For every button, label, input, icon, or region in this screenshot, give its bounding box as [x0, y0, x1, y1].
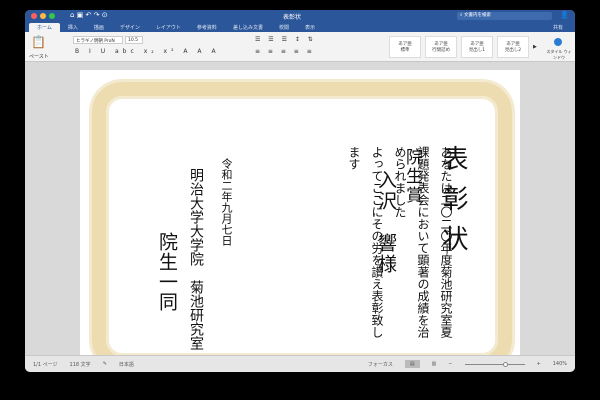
search-placeholder: 文書内を検索: [463, 13, 491, 18]
style-label: 見出し1: [468, 48, 486, 53]
body-line: められました: [393, 146, 407, 218]
tab-layout[interactable]: レイアウト: [148, 23, 189, 32]
format-buttons[interactable]: B I U abc x₂ x² A A A: [75, 48, 220, 55]
quick-access-icons[interactable]: ⌂ ▣ ↶ ↷ ⊙: [70, 11, 108, 19]
date: 令和二年九月七日: [220, 158, 233, 246]
paste-label: ペースト: [29, 54, 49, 60]
search-input[interactable]: ⌕ 文書内を検索: [457, 12, 552, 20]
page-count[interactable]: 1/1 ページ: [33, 361, 58, 368]
zoom-level[interactable]: 140%: [553, 361, 567, 367]
tab-design[interactable]: デザイン: [112, 23, 148, 32]
focus-button[interactable]: フォーカス: [368, 361, 393, 368]
tab-insert[interactable]: 挿入: [60, 23, 86, 32]
paste-icon[interactable]: 📋: [31, 35, 46, 49]
close-button[interactable]: [31, 13, 37, 19]
styles-more-icon[interactable]: ▶: [533, 44, 537, 50]
share-button[interactable]: 共有: [541, 23, 575, 32]
document-title: 表彰状: [283, 14, 302, 21]
style-label: 標準: [400, 48, 410, 53]
tab-draw[interactable]: 描画: [86, 23, 112, 32]
font-select[interactable]: ヒラギノ明朝 ProN: [73, 36, 123, 44]
paragraph-buttons[interactable]: ☰ ☰ ☰ ↕ ⇅: [255, 36, 316, 43]
document-area: 表彰状 院生賞 入沢 響様 あなたは二〇二〇年度菊池研究室夏 課題発表会において…: [25, 62, 575, 370]
print-layout-icon[interactable]: ▤: [404, 360, 420, 368]
zoom-slider-thumb[interactable]: [502, 361, 508, 367]
style-label: 行間詰め: [432, 48, 450, 53]
style-heading1[interactable]: あア亜 見出し1: [461, 36, 493, 58]
zoom-slider[interactable]: [464, 361, 525, 367]
body-line: あなたは二〇二〇年度菊池研究室夏: [439, 146, 453, 338]
zoom-out-button[interactable]: −: [448, 361, 452, 367]
language[interactable]: 日本語: [119, 361, 134, 368]
tab-home[interactable]: ホーム: [29, 23, 60, 32]
styles-pane-button[interactable]: スタイル ウィンドウ: [545, 49, 573, 61]
status-bar: 1/1 ページ 118 文字 ✎ 日本語 フォーカス ▤ ▥ − + 140%: [25, 355, 575, 372]
style-no-spacing[interactable]: あア亜 行間詰め: [425, 36, 457, 58]
minimize-button[interactable]: [40, 13, 46, 19]
body-text: あなたは二〇二〇年度菊池研究室夏 課題発表会において顕著の成績を治 められました…: [342, 146, 457, 338]
body-line: ます: [347, 146, 361, 170]
tab-mailings[interactable]: 差し込み文書: [225, 23, 271, 32]
signer: 院生一同: [156, 232, 178, 312]
tab-review[interactable]: 校閲: [271, 23, 297, 32]
proofing-icon[interactable]: ✎: [103, 361, 107, 367]
zoom-in-button[interactable]: +: [537, 361, 541, 367]
web-layout-icon[interactable]: ▥: [432, 361, 437, 367]
align-buttons[interactable]: ≡ ≡ ≡ ≡ ≡: [255, 48, 315, 55]
ribbon: 📋 ペースト ヒラギノ明朝 ProN 10.5 B I U abc x₂ x² …: [25, 32, 575, 62]
word-count[interactable]: 118 文字: [70, 361, 91, 368]
tab-view[interactable]: 表示: [297, 23, 323, 32]
account-icon[interactable]: 👤: [560, 11, 569, 19]
font-size-select[interactable]: 10.5: [125, 36, 143, 44]
title-bar: ⌂ ▣ ↶ ↷ ⊙ 表彰状 ⌕ 文書内を検索 👤: [25, 10, 575, 22]
body-line: 課題発表会において顕著の成績を治: [416, 146, 430, 338]
page[interactable]: 表彰状 院生賞 入沢 響様 あなたは二〇二〇年度菊池研究室夏 課題発表会において…: [80, 70, 520, 370]
zoom-button[interactable]: [49, 13, 55, 19]
organization: 明治大学大学院 菊池研究室: [188, 168, 204, 350]
body-line: よってここにその労を讃え表彰致し: [370, 146, 384, 338]
ribbon-tabs: ホーム 挿入 描画 デザイン レイアウト 参考資料 差し込み文書 校閲 表示 共…: [25, 22, 575, 32]
style-normal[interactable]: あア亜 標準: [389, 36, 421, 58]
style-label: 見出し2: [504, 48, 522, 53]
word-window: ⌂ ▣ ↶ ↷ ⊙ 表彰状 ⌕ 文書内を検索 👤 ホーム 挿入 描画 デザイン …: [25, 10, 575, 372]
style-heading2[interactable]: あア亜 見出し2: [497, 36, 529, 58]
styles-pane-icon[interactable]: [554, 38, 562, 46]
tab-references[interactable]: 参考資料: [189, 23, 225, 32]
